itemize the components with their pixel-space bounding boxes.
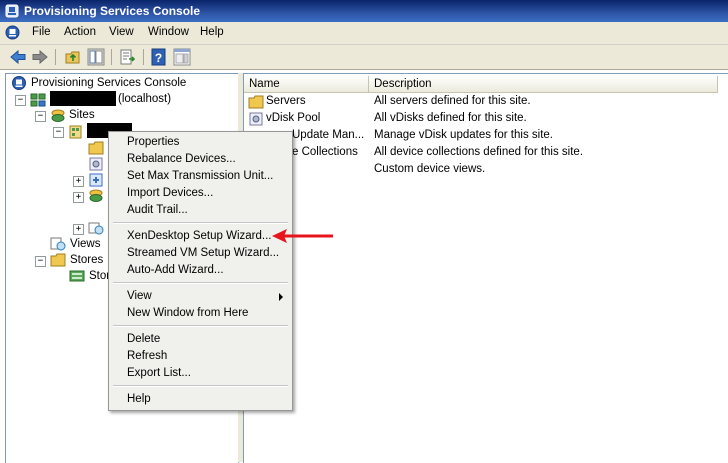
context-menu: Properties Rebalance Devices... Set Max … xyxy=(108,131,293,411)
toolbar-separator xyxy=(143,49,144,65)
site-views-icon xyxy=(88,222,104,235)
menu-item-xendesktop-setup-wizard[interactable]: XenDesktop Setup Wizard... xyxy=(127,230,271,242)
menu-item-new-window-from-here[interactable]: New Window from Here xyxy=(127,307,248,319)
toolbar-separator xyxy=(111,49,112,65)
menu-item-rebalance-devices[interactable]: Rebalance Devices... xyxy=(127,153,236,165)
menu-separator xyxy=(113,282,288,284)
expand-toggle[interactable]: + xyxy=(73,176,84,187)
tree-node-store[interactable]: Stor xyxy=(89,270,110,282)
expand-toggle[interactable]: + xyxy=(73,224,84,235)
window-title: Provisioning Services Console xyxy=(24,4,201,18)
vdisk-pool-icon xyxy=(249,112,263,126)
farm-icon xyxy=(30,93,46,107)
menu-item-auto-add-wizard[interactable]: Auto-Add Wizard... xyxy=(127,264,224,276)
submenu-arrow-icon xyxy=(279,293,283,301)
menu-help[interactable]: Help xyxy=(200,26,224,38)
menu-separator xyxy=(113,385,288,387)
toolbar: ? xyxy=(0,45,728,70)
list-item-description: Custom device views. xyxy=(374,163,486,175)
details-list: Name Description Servers All servers def… xyxy=(243,73,728,463)
menu-item-view[interactable]: View xyxy=(127,290,152,302)
expand-toggle[interactable]: + xyxy=(73,192,84,203)
tree-node-server-suffix: (localhost) xyxy=(118,93,172,105)
menu-separator xyxy=(113,222,288,224)
menu-item-properties[interactable]: Properties xyxy=(127,136,179,148)
vdisk-pool-icon xyxy=(89,157,103,171)
servers-folder-icon xyxy=(248,95,264,109)
menu-bar: File Action View Window Help xyxy=(0,22,728,45)
column-header-name[interactable]: Name xyxy=(244,76,369,93)
tree-node-stores[interactable]: Stores xyxy=(70,254,103,266)
collapse-toggle[interactable]: − xyxy=(35,256,46,267)
svg-text:?: ? xyxy=(155,51,162,65)
help-icon[interactable]: ? xyxy=(150,48,168,66)
menu-item-refresh[interactable]: Refresh xyxy=(127,350,167,362)
menu-item-set-max-transmission-unit[interactable]: Set Max Transmission Unit... xyxy=(127,170,273,182)
list-item-name[interactable]: Update Man... xyxy=(292,129,364,141)
tree-node-sites[interactable]: Sites xyxy=(69,109,95,121)
update-manager-icon xyxy=(89,173,103,187)
annotation-arrow-icon xyxy=(272,229,333,243)
redacted-server-name xyxy=(50,91,116,106)
menu-window[interactable]: Window xyxy=(148,26,189,38)
tree-node-views[interactable]: Views xyxy=(70,238,100,250)
list-item-description: Manage vDisk updates for this site. xyxy=(374,129,553,141)
list-item-name[interactable]: e Collections xyxy=(292,146,358,158)
store-icon xyxy=(69,270,85,282)
site-icon xyxy=(69,125,82,139)
up-folder-icon[interactable] xyxy=(64,48,82,66)
collapse-toggle[interactable]: − xyxy=(15,95,26,106)
title-bar: Provisioning Services Console xyxy=(0,0,728,22)
device-collections-icon xyxy=(89,189,103,202)
sites-icon xyxy=(51,109,65,122)
system-menu-icon[interactable] xyxy=(5,25,20,40)
action-pane-icon[interactable] xyxy=(173,48,191,66)
menu-item-help[interactable]: Help xyxy=(127,393,151,405)
back-icon[interactable] xyxy=(9,48,27,66)
stores-folder-icon xyxy=(50,253,66,267)
list-item-description: All servers defined for this site. xyxy=(374,95,531,107)
list-item-name[interactable]: Servers xyxy=(266,95,306,107)
servers-folder-icon xyxy=(88,141,104,155)
list-item-name[interactable]: vDisk Pool xyxy=(266,112,320,124)
forward-icon[interactable] xyxy=(31,48,49,66)
toolbar-separator xyxy=(55,49,56,65)
column-header-description[interactable]: Description xyxy=(369,76,718,93)
menu-item-audit-trail[interactable]: Audit Trail... xyxy=(127,204,188,216)
collapse-toggle[interactable]: − xyxy=(53,127,64,138)
views-icon xyxy=(50,237,66,251)
menu-item-import-devices[interactable]: Import Devices... xyxy=(127,187,213,199)
list-item-description: All vDisks defined for this site. xyxy=(374,112,527,124)
menu-separator xyxy=(113,325,288,327)
menu-item-streamed-vm-setup-wizard[interactable]: Streamed VM Setup Wizard... xyxy=(127,247,279,259)
menu-file[interactable]: File xyxy=(32,26,51,38)
menu-item-export-list[interactable]: Export List... xyxy=(127,367,191,379)
show-hide-tree-icon[interactable] xyxy=(87,48,105,66)
export-list-icon[interactable] xyxy=(119,48,137,66)
provisioning-app-icon xyxy=(5,4,19,18)
tree-node-root[interactable]: Provisioning Services Console xyxy=(31,77,186,89)
menu-view[interactable]: View xyxy=(109,26,134,38)
list-item-description: All device collections defined for this … xyxy=(374,146,584,158)
menu-item-delete[interactable]: Delete xyxy=(127,333,160,345)
menu-action[interactable]: Action xyxy=(64,26,96,38)
console-root-icon xyxy=(12,76,26,90)
collapse-toggle[interactable]: − xyxy=(35,111,46,122)
